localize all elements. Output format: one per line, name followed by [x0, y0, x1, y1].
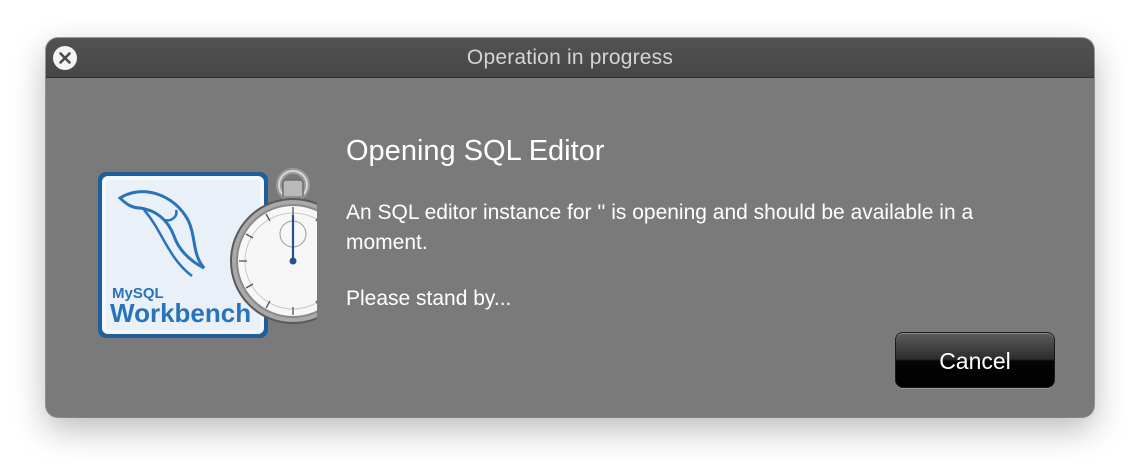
window-title: Operation in progress — [466, 46, 674, 69]
mysql-workbench-stopwatch-icon: MySQL Workbench — [98, 168, 317, 338]
title-bar: Operation in progress — [46, 38, 1094, 78]
dialog-message: An SQL editor instance for '' is opening… — [346, 201, 974, 254]
logo-brand-large: Workbench — [110, 298, 251, 328]
standby-text: Please stand by... — [346, 287, 512, 310]
dialog-heading: Opening SQL Editor — [346, 135, 605, 167]
progress-dialog: Operation in progress MySQL Workbench Op… — [46, 38, 1094, 417]
cancel-button[interactable]: Cancel — [895, 332, 1055, 388]
